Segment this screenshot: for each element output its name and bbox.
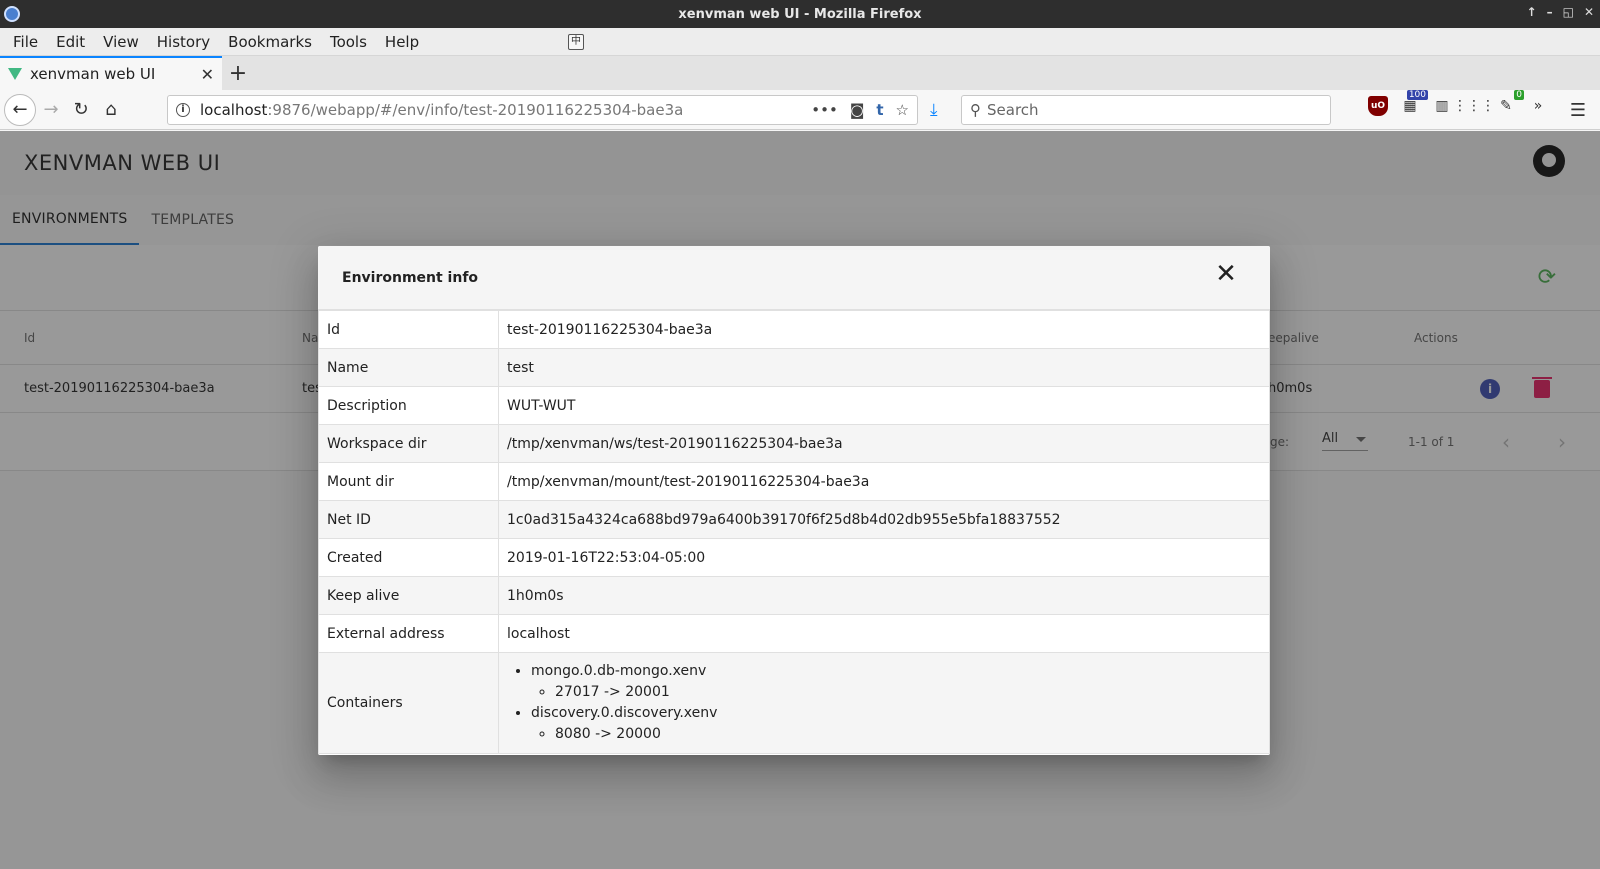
info-row-containers: Containers mongo.0.db-mongo.xenv 27017 -… — [318, 652, 1270, 754]
port-list: 27017 -> 20001 — [531, 682, 1261, 703]
bookmark-star-icon[interactable]: ☆ — [896, 101, 909, 119]
window-titlebar: xenvman web UI - Mozilla Firefox ↑ – ◱ ✕ — [0, 0, 1600, 28]
pocket-icon[interactable]: ◙ — [850, 101, 865, 119]
menu-tools[interactable]: Tools — [321, 33, 376, 51]
port-list: 8080 -> 20000 — [531, 724, 1261, 745]
menu-file[interactable]: File — [4, 33, 47, 51]
search-icon: ⚲ — [970, 101, 981, 119]
info-row-description: Description WUT-WUT — [318, 386, 1270, 425]
dialog-header: Environment info ✕ — [318, 246, 1270, 310]
forward-button[interactable]: → — [36, 95, 66, 125]
menu-bar: File Edit View History Bookmarks Tools H… — [0, 28, 1600, 56]
info-value: 2019-01-16T22:53:04-05:00 — [498, 538, 1270, 577]
info-key: Description — [318, 386, 499, 425]
info-row-id: Id test-20190116225304-bae3a — [318, 310, 1270, 349]
port-mapping: 8080 -> 20000 — [555, 724, 1261, 745]
extensions-toolbar: uO ▦ 100 ▥ ⋮⋮⋮ ✎ 0 » — [1368, 90, 1548, 116]
menu-edit[interactable]: Edit — [47, 33, 94, 51]
extension-icon[interactable]: ✎ 0 — [1496, 90, 1524, 116]
downloads-icon[interactable]: ⤓ — [930, 100, 938, 120]
container-name: mongo.0.db-mongo.xenv — [531, 663, 707, 679]
container-name: discovery.0.discovery.xenv — [531, 705, 718, 721]
window-controls: ↑ – ◱ ✕ — [1527, 5, 1594, 19]
navigation-toolbar: ← → ↻ ⌂ i localhost:9876/webapp/#/env/in… — [0, 90, 1600, 130]
container-item: mongo.0.db-mongo.xenv 27017 -> 20001 — [531, 661, 1261, 703]
info-row-workspace-dir: Workspace dir /tmp/xenvman/ws/test-20190… — [318, 424, 1270, 463]
reload-button[interactable]: ↻ — [66, 95, 96, 125]
info-key: Mount dir — [318, 462, 499, 501]
counter-extension-icon[interactable]: ▦ 100 — [1400, 90, 1428, 116]
window-restore-icon[interactable]: ◱ — [1563, 5, 1574, 19]
search-bar[interactable]: ⚲ — [961, 95, 1331, 125]
url-actions: ••• ◙ t ☆ — [811, 101, 909, 119]
info-value: /tmp/xenvman/ws/test-20190116225304-bae3… — [498, 424, 1270, 463]
url-bar[interactable]: i localhost:9876/webapp/#/env/info/test-… — [167, 95, 918, 125]
info-value: 1c0ad315a4324ca688bd979a6400b39170f6f25d… — [498, 500, 1270, 539]
info-row-keep-alive: Keep alive 1h0m0s — [318, 576, 1270, 615]
info-key: External address — [318, 614, 499, 653]
info-key: Workspace dir — [318, 424, 499, 463]
window-title: xenvman web UI - Mozilla Firefox — [678, 6, 922, 22]
info-value: test-20190116225304-bae3a — [498, 310, 1270, 349]
firefox-icon — [4, 6, 20, 22]
dialog-title: Environment info — [342, 270, 479, 286]
menu-bookmarks[interactable]: Bookmarks — [219, 33, 321, 51]
home-button[interactable]: ⌂ — [96, 95, 126, 125]
info-row-external-address: External address localhost — [318, 614, 1270, 653]
vue-favicon-icon — [8, 68, 22, 80]
input-method-icon[interactable]: 中 — [568, 34, 584, 50]
info-row-name: Name test — [318, 348, 1270, 387]
menu-help[interactable]: Help — [376, 33, 428, 51]
container-item: discovery.0.discovery.xenv 8080 -> 20000 — [531, 703, 1261, 745]
info-value: localhost — [498, 614, 1270, 653]
containers-list: mongo.0.db-mongo.xenv 27017 -> 20001 dis… — [507, 661, 1261, 745]
info-key: Id — [318, 310, 499, 349]
browser-tab-bar: xenvman web UI ✕ + — [0, 56, 1600, 90]
info-key: Keep alive — [318, 576, 499, 615]
close-icon[interactable]: ✕ — [1212, 259, 1240, 289]
apps-grid-icon[interactable]: ⋮⋮⋮ — [1453, 96, 1495, 116]
back-button[interactable]: ← — [4, 93, 36, 126]
info-row-net-id: Net ID 1c0ad315a4324ca688bd979a6400b3917… — [318, 500, 1270, 539]
tumblr-icon[interactable]: t — [876, 101, 883, 119]
info-key: Created — [318, 538, 499, 577]
environment-info-dialog: Environment info ✕ Id test-2019011622530… — [318, 246, 1270, 755]
menu-history[interactable]: History — [148, 33, 219, 51]
window-minimize-icon[interactable]: – — [1547, 5, 1553, 19]
info-value: /tmp/xenvman/mount/test-20190116225304-b… — [498, 462, 1270, 501]
window-close-icon[interactable]: ✕ — [1584, 5, 1594, 19]
window-maximize-up-icon[interactable]: ↑ — [1527, 5, 1537, 19]
tab-close-icon[interactable]: ✕ — [201, 65, 214, 84]
menu-view[interactable]: View — [94, 33, 148, 51]
containers-value: mongo.0.db-mongo.xenv 27017 -> 20001 dis… — [498, 652, 1270, 754]
environment-info-table: Id test-20190116225304-bae3a Name test D… — [318, 310, 1270, 754]
green-badge: 0 — [1514, 90, 1524, 100]
info-row-created: Created 2019-01-16T22:53:04-05:00 — [318, 538, 1270, 577]
info-key: Name — [318, 348, 499, 387]
port-mapping: 27017 -> 20001 — [555, 682, 1261, 703]
url-host: localhost — [200, 101, 268, 119]
sidebar-icon[interactable]: ▥ — [1432, 96, 1452, 116]
hamburger-menu-icon[interactable]: ☰ — [1570, 100, 1586, 121]
browser-tab-title: xenvman web UI — [30, 65, 156, 83]
ublock-icon[interactable]: uO — [1368, 96, 1388, 116]
info-value: test — [498, 348, 1270, 387]
site-info-icon[interactable]: i — [176, 103, 190, 117]
info-row-mount-dir: Mount dir /tmp/xenvman/mount/test-201901… — [318, 462, 1270, 501]
search-input[interactable] — [987, 101, 1317, 119]
browser-tab[interactable]: xenvman web UI ✕ — [0, 56, 222, 90]
new-tab-button[interactable]: + — [222, 56, 254, 90]
info-key: Containers — [318, 652, 499, 754]
info-value: 1h0m0s — [498, 576, 1270, 615]
url-path: :9876/webapp/#/env/info/test-20190116225… — [267, 101, 684, 119]
overflow-chevron-icon[interactable]: » — [1528, 96, 1548, 116]
info-key: Net ID — [318, 500, 499, 539]
counter-badge: 100 — [1406, 90, 1428, 100]
page-actions-icon[interactable]: ••• — [811, 101, 838, 119]
info-value: WUT-WUT — [498, 386, 1270, 425]
